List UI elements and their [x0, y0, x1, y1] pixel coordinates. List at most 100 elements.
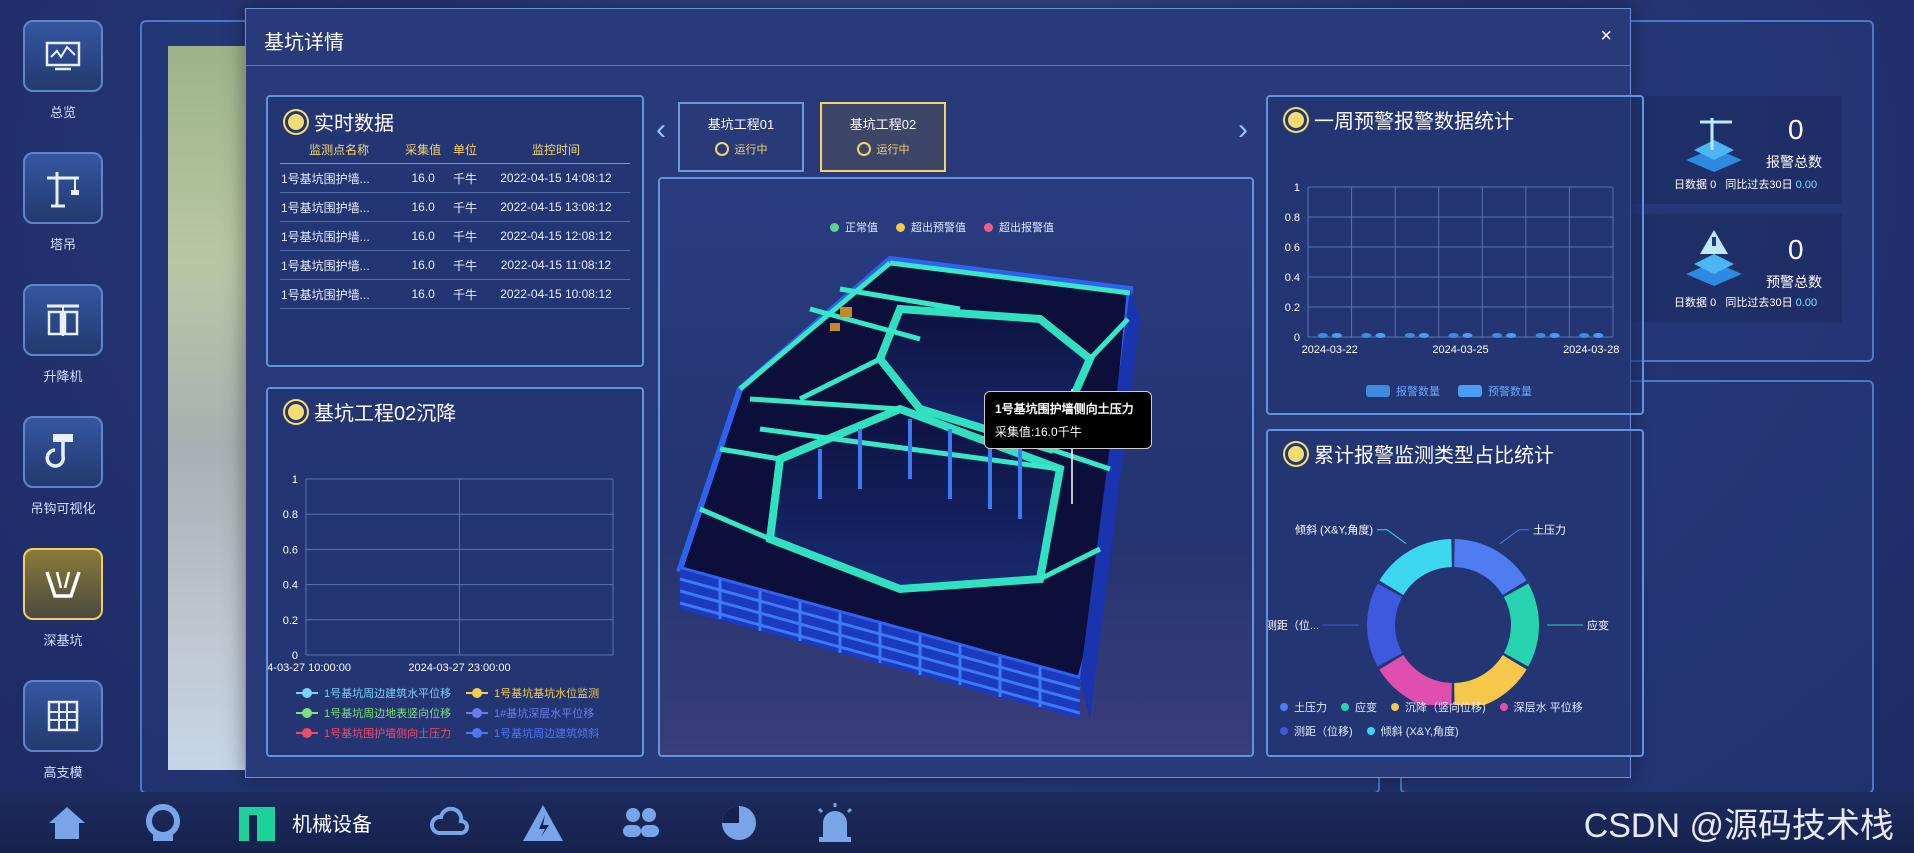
- y-tick-label: 0.2: [1285, 302, 1300, 314]
- crane-icon: [1682, 110, 1746, 179]
- type-donut-chart: 土压力应变沉降（竖向位移)深层水 平位移测距（位...倾斜 (X&Y,角度): [1268, 523, 1609, 705]
- legend-item[interactable]: 1号基坑基坑水位监测: [466, 685, 636, 701]
- legend-swatch: [1280, 727, 1288, 735]
- col-header: 监控时间: [481, 135, 630, 164]
- legend-item[interactable]: 报警数量: [1366, 383, 1440, 399]
- camera-icon[interactable]: [138, 800, 188, 846]
- table-row[interactable]: 1号基坑围护墙... 16.0 千牛 2022-04-15 12:08:12: [280, 221, 630, 251]
- nav-item-hook[interactable]: 吊钩可视化: [14, 416, 112, 517]
- legend-swatch: [296, 708, 318, 718]
- nav-item-foundation-pit[interactable]: 深基坑: [14, 548, 112, 649]
- foundation-pit-icon: [23, 548, 103, 620]
- tower-crane-icon: [23, 152, 103, 224]
- close-button[interactable]: ×: [1600, 25, 1612, 48]
- people-icon[interactable]: [616, 800, 666, 846]
- legend-label: 测距（位移): [1294, 726, 1353, 738]
- title-dot-icon: [1288, 445, 1304, 462]
- pit-3d-model: [676, 255, 1140, 719]
- bar: [1418, 333, 1429, 338]
- prev-arrow-icon[interactable]: ‹: [656, 113, 666, 147]
- table-row[interactable]: 1号基坑围护墙... 16.0 千牛 2022-04-15 14:08:12: [280, 163, 630, 193]
- next-arrow-icon[interactable]: ›: [1238, 113, 1248, 147]
- donut-slice: [1454, 654, 1527, 705]
- alarm-icon[interactable]: [810, 800, 860, 846]
- home-icon[interactable]: [42, 800, 92, 846]
- weather-icon[interactable]: [424, 800, 474, 846]
- donut-slice: [1503, 583, 1539, 667]
- panel-title: 累计报警监测类型占比统计: [1288, 439, 1554, 468]
- settlement-line-chart: 0 0.2 0.4 0.6 0.8 1 24-03-27 10:00:00 2024-03-2…: [268, 474, 614, 674]
- legend-item[interactable]: 土压力: [1280, 699, 1327, 715]
- table-row[interactable]: 1号基坑围护墙... 16.0 千牛 2022-04-15 13:08:12: [280, 192, 630, 222]
- legend-item[interactable]: 沉降（竖向位移): [1391, 699, 1486, 715]
- legend-item[interactable]: 1号基坑周边地表竖向位移: [296, 705, 466, 721]
- model-view-panel[interactable]: 正常值 超出预警值 超出报警值 1号基坑围护墙侧向土压力 采集值:16.0千牛: [658, 177, 1254, 757]
- x-tick-label: 2024-03-27 23:00:00: [408, 662, 510, 674]
- nav-label: 深基坑: [43, 633, 83, 648]
- legend-item[interactable]: 深层水 平位移: [1499, 699, 1583, 715]
- legend-swatch: [466, 688, 488, 698]
- hook-icon: [23, 416, 103, 488]
- model-tooltip: 1号基坑围护墙侧向土压力 采集值:16.0千牛: [984, 391, 1152, 449]
- table-row[interactable]: 1号基坑围护墙... 16.0 千牛 2022-04-15 11:08:12: [280, 250, 630, 280]
- table-row[interactable]: 1号基坑围护墙... 16.0 千牛 2022-04-15 10:08:12: [280, 279, 630, 309]
- y-tick-label: 0: [292, 650, 298, 662]
- y-tick-label: 0.6: [283, 544, 298, 556]
- y-tick-label: 0.8: [283, 509, 298, 521]
- legend-item[interactable]: 1号基坑周边建筑倾斜: [466, 725, 636, 741]
- legend-item[interactable]: 1号基坑周边建筑水平位移: [296, 685, 466, 701]
- warning-total-label: 预警总数: [1766, 274, 1822, 290]
- tab-pit-02[interactable]: 基坑工程02 运行中: [820, 102, 946, 172]
- legend-item[interactable]: 预警数量: [1458, 383, 1532, 399]
- legend-item[interactable]: 1号基坑围护墙侧向土压力: [296, 725, 466, 741]
- legend-item[interactable]: 1#基坑深层水平位移: [466, 705, 636, 721]
- warning-triangle-icon: [1682, 224, 1746, 293]
- legend-item[interactable]: 应变: [1341, 699, 1377, 715]
- bar: [1404, 333, 1415, 338]
- legend-item[interactable]: 测距（位移): [1280, 723, 1353, 739]
- slice-label: 土压力: [1533, 524, 1566, 537]
- running-icon: [856, 142, 871, 156]
- machinery-icon[interactable]: [232, 800, 282, 846]
- tab-pit-01[interactable]: 基坑工程01 运行中: [678, 102, 804, 172]
- bar: [1317, 333, 1328, 338]
- bar: [1506, 333, 1517, 338]
- legend-swatch: [1391, 703, 1399, 711]
- donut-slice: [1454, 539, 1527, 596]
- title-dot-icon: [288, 403, 304, 420]
- nav-label: 总览: [49, 105, 76, 120]
- donut-slice: [1379, 654, 1452, 705]
- legend-item[interactable]: 倾斜 (X&Y,角度): [1366, 723, 1459, 739]
- legend-label: 1号基坑周边建筑倾斜: [494, 728, 600, 740]
- nav-item-formwork[interactable]: 高支模: [14, 680, 112, 781]
- legend-label: 1号基坑基坑水位监测: [494, 688, 600, 700]
- warning-icon[interactable]: [518, 800, 568, 846]
- title-dot-icon: [288, 113, 304, 130]
- nav-item-overview[interactable]: 总览: [14, 20, 112, 121]
- slice-label: 倾斜 (X&Y,角度): [1295, 523, 1373, 537]
- nav-label: 吊钩可视化: [30, 501, 96, 516]
- formwork-icon: [23, 680, 103, 752]
- legend-label: 深层水 平位移: [1513, 702, 1583, 714]
- model-legend: 正常值 超出预警值 超出报警值: [830, 219, 1054, 235]
- legend-swatch: [1458, 385, 1482, 397]
- nav-item-elevator[interactable]: 升降机: [14, 284, 112, 385]
- panel-title: 基坑工程02沉降: [288, 397, 456, 426]
- nav-item-tower-crane[interactable]: 塔吊: [14, 152, 112, 253]
- y-tick-label: 0: [1294, 332, 1300, 344]
- legend-label: 1号基坑周边建筑水平位移: [324, 688, 452, 700]
- bar: [1361, 333, 1372, 338]
- warning-sub-row: 日数据 0 同比过去30日 0.00: [1674, 297, 1818, 309]
- legend-label: 1号基坑周边地表竖向位移: [324, 708, 452, 720]
- col-header: 单位: [447, 135, 482, 164]
- map-strip: [168, 46, 246, 770]
- legend-label: 沉降（竖向位移): [1405, 702, 1486, 714]
- legend-swatch: [296, 688, 318, 698]
- y-tick-label: 1: [1294, 182, 1300, 194]
- x-tick-label: 24-03-27 10:00:00: [268, 662, 351, 674]
- realtime-table: 监测点名称 采集值 单位 监控时间 1号基坑围护墙... 16.0 千牛 2022-0…: [280, 135, 630, 309]
- y-tick-label: 0.6: [1285, 242, 1300, 254]
- donut-slice: [1367, 583, 1403, 667]
- legend-label: 土压力: [1294, 702, 1327, 714]
- pie-icon[interactable]: [714, 800, 764, 846]
